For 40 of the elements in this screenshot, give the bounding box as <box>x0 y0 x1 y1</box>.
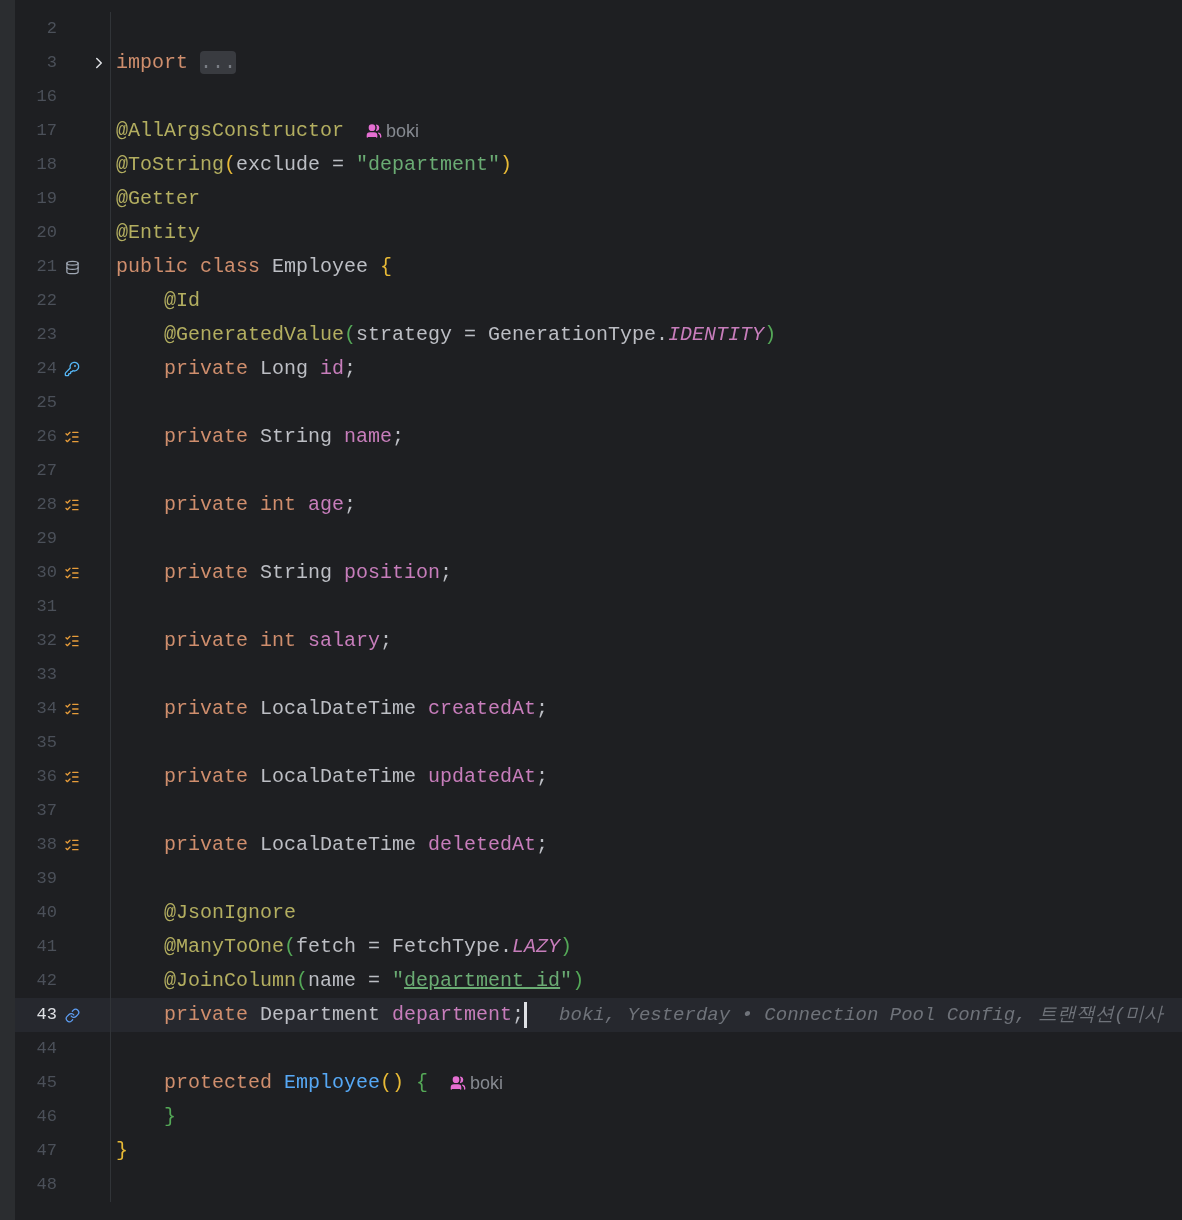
checklist-icon[interactable] <box>64 769 80 785</box>
checklist-icon[interactable] <box>64 497 80 513</box>
code-line: import ... <box>116 50 237 76</box>
code-line: public class Employee { <box>116 254 393 280</box>
code-line: @Entity <box>116 220 200 246</box>
users-icon <box>366 123 383 139</box>
author-hint[interactable]: boki <box>470 1069 504 1097</box>
code-line: private String position; <box>164 560 453 586</box>
code-line: @Getter <box>116 186 200 212</box>
code-line: private int salary; <box>164 628 393 654</box>
code-line: } <box>116 1138 128 1164</box>
code-line: private int age; <box>164 492 357 518</box>
key-icon[interactable] <box>64 361 80 377</box>
code-line: private LocalDateTime updatedAt; <box>164 764 549 790</box>
code-line: private LocalDateTime createdAt; <box>164 696 549 722</box>
line-number: 43 <box>35 1004 57 1027</box>
code-line: private String name; <box>164 424 405 450</box>
code-line: @ToString(exclude = "department") <box>116 152 513 178</box>
author-hint[interactable]: boki <box>386 117 420 145</box>
code-line: @Id <box>164 288 200 314</box>
code-line: @JoinColumn(name = "department_id") <box>164 968 585 994</box>
checklist-icon[interactable] <box>64 701 80 717</box>
code-line: protected Employee() { <box>164 1070 429 1096</box>
code-line: } <box>164 1104 176 1130</box>
code-line: @JsonIgnore <box>164 900 297 926</box>
link-icon[interactable] <box>64 1007 80 1023</box>
database-icon[interactable] <box>64 259 80 275</box>
blame-annotation: boki, Yesterday • Connection Pool Config, 트랜잭션(미사 <box>559 1002 1164 1028</box>
checklist-icon[interactable] <box>64 837 80 853</box>
users-icon <box>450 1075 467 1091</box>
checklist-icon[interactable] <box>64 633 80 649</box>
checklist-icon[interactable] <box>64 429 80 445</box>
code-line: @ManyToOne(fetch = FetchType.LAZY) <box>164 934 573 960</box>
text-cursor <box>524 1002 528 1028</box>
checklist-icon[interactable] <box>64 565 80 581</box>
code-line: private Long id; <box>164 356 357 382</box>
code-line: @GeneratedValue(strategy = GenerationType.IDENTITY) <box>164 322 777 348</box>
code-line: private LocalDateTime deletedAt; <box>164 832 549 858</box>
code-line: @AllArgsConstructor <box>116 118 345 144</box>
code-line: private Department department; <box>164 1002 525 1028</box>
